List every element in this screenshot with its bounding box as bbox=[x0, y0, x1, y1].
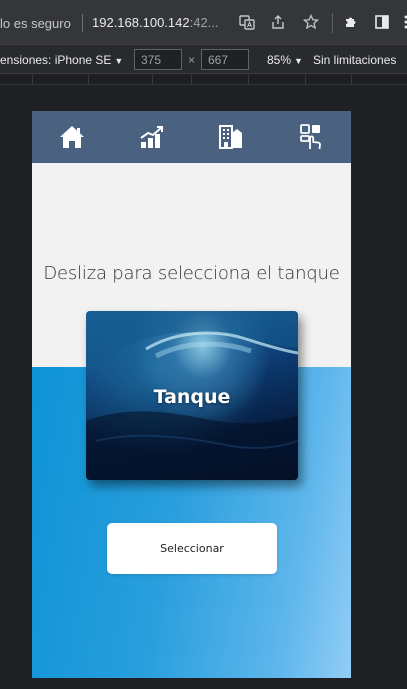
address-bar[interactable]: 192.168.100.142:42... bbox=[92, 15, 219, 30]
bookmark-star-icon[interactable] bbox=[303, 14, 319, 30]
translate-icon[interactable] bbox=[239, 14, 255, 30]
nav-buildings-button[interactable] bbox=[215, 121, 247, 153]
swipe-instruction: Desliza para selecciona el tanque bbox=[43, 263, 340, 284]
device-ruler bbox=[0, 75, 407, 85]
ruler-mark bbox=[32, 75, 33, 85]
zoom-dropdown-icon: ▼ bbox=[294, 56, 303, 66]
url-port: :42... bbox=[189, 15, 219, 30]
url-host: 192.168.100.142 bbox=[92, 15, 190, 30]
buildings-icon bbox=[219, 125, 242, 149]
ruler-mark bbox=[305, 75, 306, 85]
home-icon bbox=[60, 126, 84, 148]
width-input[interactable] bbox=[134, 49, 182, 70]
device-toolbar: ensiones: iPhone SE▼ × 85%▼ Sin limitaci… bbox=[0, 44, 407, 74]
device-viewport: Desliza para selecciona el tanque Tanque… bbox=[32, 111, 351, 678]
app-navbar bbox=[32, 111, 351, 163]
tank-card[interactable]: Tanque bbox=[86, 311, 298, 480]
share-icon[interactable] bbox=[270, 14, 286, 30]
height-input[interactable] bbox=[201, 49, 249, 70]
device-dropdown-icon: ▼ bbox=[114, 56, 124, 66]
zoom-select[interactable]: 85% ▼ bbox=[267, 53, 303, 67]
device-label: ensiones: iPhone SE bbox=[0, 53, 112, 67]
nav-touch-button[interactable] bbox=[295, 121, 327, 153]
side-panel-icon[interactable] bbox=[374, 14, 390, 30]
extensions-icon[interactable] bbox=[343, 14, 359, 30]
ruler-mark bbox=[88, 75, 89, 85]
nav-home-button[interactable] bbox=[56, 121, 88, 153]
touch-grid-icon bbox=[300, 124, 321, 150]
nav-stats-button[interactable] bbox=[136, 121, 168, 153]
url-separator bbox=[82, 14, 83, 32]
menu-icon[interactable] bbox=[398, 14, 407, 30]
dimension-times: × bbox=[188, 53, 196, 67]
security-indicator[interactable]: lo es seguro bbox=[0, 16, 71, 31]
ruler-mark bbox=[351, 75, 352, 85]
ruler-mark bbox=[152, 75, 153, 85]
tank-card-title: Tanque bbox=[153, 386, 231, 408]
zoom-label: 85% bbox=[267, 53, 292, 67]
ruler-mark bbox=[248, 75, 249, 85]
device-select[interactable]: ensiones: iPhone SE ▼ bbox=[0, 53, 123, 67]
toolbar-divider bbox=[332, 13, 333, 33]
chart-icon bbox=[140, 126, 163, 148]
ruler-mark bbox=[191, 75, 192, 85]
select-button[interactable]: Seleccionar bbox=[107, 523, 277, 574]
browser-toolbar: lo es seguro 192.168.100.142:42... bbox=[0, 0, 407, 44]
throttling-select[interactable]: Sin limitaciones bbox=[313, 53, 396, 67]
